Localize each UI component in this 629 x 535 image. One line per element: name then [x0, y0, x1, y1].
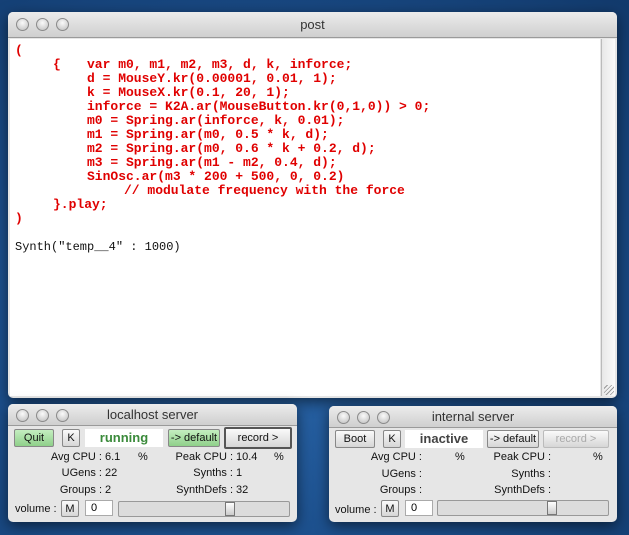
- close-button[interactable]: [337, 411, 350, 424]
- post-text-area[interactable]: ( { var m0, m1, m2, m3, d, k, inforce; d…: [10, 39, 600, 396]
- kill-button[interactable]: K: [62, 429, 80, 447]
- set-default-button[interactable]: -> default: [487, 430, 539, 448]
- code-line: d = MouseY.kr(0.00001, 0.01, 1);: [87, 71, 337, 86]
- volume-label: volume :: [15, 503, 57, 515]
- close-button[interactable]: [16, 18, 29, 31]
- code-line: m1 = Spring.ar(m0, 0.5 * k, d);: [87, 127, 329, 142]
- code-line: }.play;: [53, 197, 108, 212]
- mute-button[interactable]: M: [61, 500, 79, 517]
- kill-button[interactable]: K: [383, 430, 401, 448]
- zoom-button[interactable]: [56, 409, 69, 422]
- slider-thumb[interactable]: [546, 501, 557, 515]
- ugens-label: UGens :: [61, 467, 102, 479]
- localhost-titlebar[interactable]: localhost server: [8, 404, 297, 426]
- synths-label: Synths :: [511, 468, 551, 480]
- close-button[interactable]: [16, 409, 29, 422]
- status-display: running: [85, 429, 163, 447]
- set-default-button[interactable]: -> default: [168, 429, 220, 447]
- mute-button[interactable]: M: [381, 500, 399, 517]
- avg-cpu-value: 6.1: [105, 451, 121, 463]
- window-title: localhost server: [106, 407, 199, 422]
- synthdefs-label: SynthDefs :: [176, 484, 233, 496]
- slider-thumb[interactable]: [224, 502, 235, 516]
- post-output: Synth("temp__4" : 1000): [15, 240, 181, 254]
- avg-cpu-percent: %: [455, 451, 465, 463]
- volume-slider[interactable]: [118, 501, 290, 517]
- peak-cpu-value: 10.4: [236, 451, 258, 463]
- volume-field[interactable]: 0: [405, 500, 433, 516]
- code-line: inforce = K2A.ar(MouseButton.kr(0,1,0)) …: [87, 99, 431, 114]
- resize-grip[interactable]: [604, 385, 614, 395]
- synths-value: 1: [236, 467, 243, 479]
- synthdefs-label: SynthDefs :: [494, 484, 551, 496]
- ugens-label: UGens :: [381, 468, 422, 480]
- code-line: ): [15, 211, 23, 226]
- vertical-scrollbar[interactable]: [601, 39, 615, 396]
- zoom-button[interactable]: [56, 18, 69, 31]
- internal-server-window: internal server Boot K inactive -> defau…: [329, 406, 617, 522]
- volume-field[interactable]: 0: [85, 500, 113, 516]
- window-title: post: [300, 17, 325, 32]
- record-button[interactable]: record >: [224, 427, 292, 449]
- code-line: var m0, m1, m2, m3, d, k, inforce;: [87, 57, 353, 72]
- internal-titlebar[interactable]: internal server: [329, 406, 617, 428]
- peak-cpu-percent: %: [593, 451, 603, 463]
- post-titlebar[interactable]: post: [8, 12, 617, 38]
- code-line: m2 = Spring.ar(m0, 0.6 * k + 0.2, d);: [87, 141, 376, 156]
- groups-label: Groups :: [59, 484, 102, 496]
- peak-cpu-label: Peak CPU :: [493, 451, 551, 463]
- window-title: internal server: [431, 409, 515, 424]
- quit-button[interactable]: Quit: [14, 429, 54, 447]
- synthdefs-value: 32: [236, 484, 249, 496]
- minimize-button[interactable]: [36, 18, 49, 31]
- post-window: post ( { var m0, m1, m2, m3, d, k, infor…: [8, 12, 617, 398]
- code-line: m0 = Spring.ar(inforce, k, 0.01);: [87, 113, 345, 128]
- minimize-button[interactable]: [36, 409, 49, 422]
- volume-label: volume :: [335, 504, 377, 516]
- groups-label: Groups :: [379, 484, 422, 496]
- minimize-button[interactable]: [357, 411, 370, 424]
- record-button[interactable]: record >: [543, 430, 609, 448]
- code-line: SinOsc.ar(m3 * 200 + 500, 0, 0.2): [87, 169, 345, 184]
- code-line: (: [15, 43, 23, 58]
- localhost-server-window: localhost server Quit K running -> defau…: [8, 404, 297, 522]
- code-line: m3 = Spring.ar(m1 - m2, 0.4, d);: [87, 155, 337, 170]
- peak-cpu-label: Peak CPU :: [175, 451, 233, 463]
- ugens-value: 22: [105, 467, 118, 479]
- synths-label: Synths :: [193, 467, 233, 479]
- code-line: {: [53, 57, 61, 72]
- avg-cpu-percent: %: [138, 451, 148, 463]
- zoom-button[interactable]: [377, 411, 390, 424]
- boot-button[interactable]: Boot: [335, 430, 375, 448]
- status-display: inactive: [405, 430, 483, 448]
- volume-slider[interactable]: [437, 500, 609, 516]
- avg-cpu-label: Avg CPU :: [370, 451, 422, 463]
- groups-value: 2: [105, 484, 112, 496]
- peak-cpu-percent: %: [274, 451, 284, 463]
- avg-cpu-label: Avg CPU :: [50, 451, 102, 463]
- code-line: k = MouseX.kr(0.1, 20, 1);: [87, 85, 290, 100]
- code-line: // modulate frequency with the force: [124, 183, 405, 198]
